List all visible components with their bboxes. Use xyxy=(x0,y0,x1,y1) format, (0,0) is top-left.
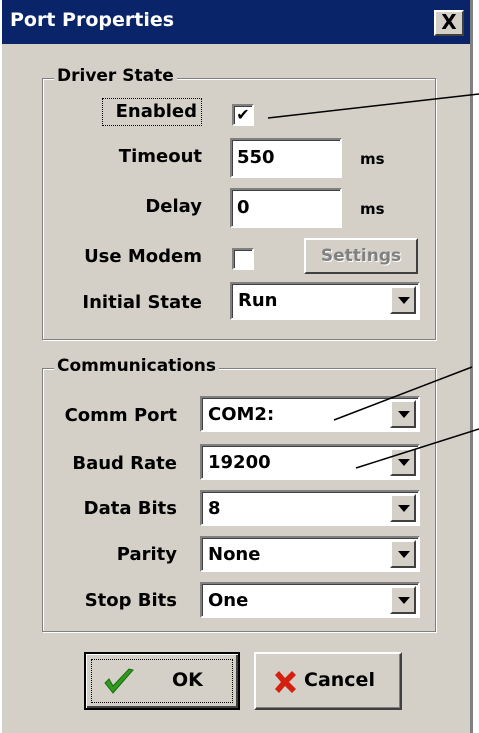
data-bits-label: Data Bits xyxy=(83,498,177,519)
title-bar[interactable]: Port Properties X xyxy=(2,0,470,44)
comm-port-value: COM2: xyxy=(208,404,275,425)
enabled-checkbox[interactable]: ✔ xyxy=(232,104,254,126)
comm-port-dropdown-arrow[interactable] xyxy=(390,400,416,428)
timeout-input[interactable]: 550 xyxy=(230,138,342,178)
data-bits-value: 8 xyxy=(208,498,221,519)
stop-bits-label: Stop Bits xyxy=(84,590,177,611)
parity-dropdown-arrow[interactable] xyxy=(390,540,416,568)
communications-legend: Communications xyxy=(54,356,220,376)
comm-port-label: Comm Port xyxy=(64,405,177,426)
baud-rate-dropdown-arrow[interactable] xyxy=(390,448,416,476)
use-modem-label: Use Modem xyxy=(84,246,202,267)
data-bits-dropdown[interactable]: 8 xyxy=(200,490,420,526)
chevron-down-icon xyxy=(398,459,410,466)
settings-button[interactable]: Settings xyxy=(304,238,418,274)
parity-dropdown[interactable]: None xyxy=(200,536,420,572)
parity-value: None xyxy=(208,544,261,565)
timeout-unit: ms xyxy=(360,150,385,168)
delay-input[interactable]: 0 xyxy=(230,188,342,228)
checkmark-icon xyxy=(104,668,134,694)
window-title: Port Properties xyxy=(10,9,175,31)
parity-label: Parity xyxy=(116,544,177,565)
settings-button-label: Settings xyxy=(320,246,402,266)
checkmark-icon: ✔ xyxy=(236,105,250,124)
initial-state-dropdown-arrow[interactable] xyxy=(390,286,416,314)
comm-port-dropdown[interactable]: COM2: xyxy=(200,396,420,432)
initial-state-label: Initial State xyxy=(82,292,202,313)
data-bits-dropdown-arrow[interactable] xyxy=(390,494,416,522)
initial-state-dropdown[interactable]: Run xyxy=(230,282,420,320)
ok-button[interactable]: OK xyxy=(84,652,240,710)
baud-rate-dropdown[interactable]: 19200 xyxy=(200,444,420,480)
enabled-label-text: Enabled xyxy=(115,101,197,122)
stop-bits-dropdown-arrow[interactable] xyxy=(390,586,416,614)
chevron-down-icon xyxy=(398,297,410,304)
chevron-down-icon xyxy=(398,597,410,604)
chevron-down-icon xyxy=(398,505,410,512)
timeout-label: Timeout xyxy=(118,146,202,167)
ok-button-label: OK xyxy=(172,669,203,691)
chevron-down-icon xyxy=(398,411,410,418)
initial-state-value: Run xyxy=(238,290,278,311)
stop-bits-dropdown[interactable]: One xyxy=(200,582,420,618)
close-icon: X xyxy=(441,10,457,34)
driver-state-legend: Driver State xyxy=(54,66,177,86)
cancel-button[interactable]: Cancel xyxy=(254,652,402,710)
delay-label: Delay xyxy=(145,196,202,217)
baud-rate-value: 19200 xyxy=(208,452,271,473)
use-modem-checkbox[interactable] xyxy=(232,248,254,270)
delay-unit: ms xyxy=(360,200,385,218)
close-button[interactable]: X xyxy=(434,10,464,36)
baud-rate-label: Baud Rate xyxy=(72,453,177,474)
cancel-x-icon xyxy=(275,671,296,693)
port-properties-dialog: Port Properties X Driver State Enabled ✔… xyxy=(0,0,473,733)
stop-bits-value: One xyxy=(208,590,249,611)
enabled-label: Enabled xyxy=(102,98,202,126)
chevron-down-icon xyxy=(398,551,410,558)
cancel-button-label: Cancel xyxy=(304,669,375,691)
